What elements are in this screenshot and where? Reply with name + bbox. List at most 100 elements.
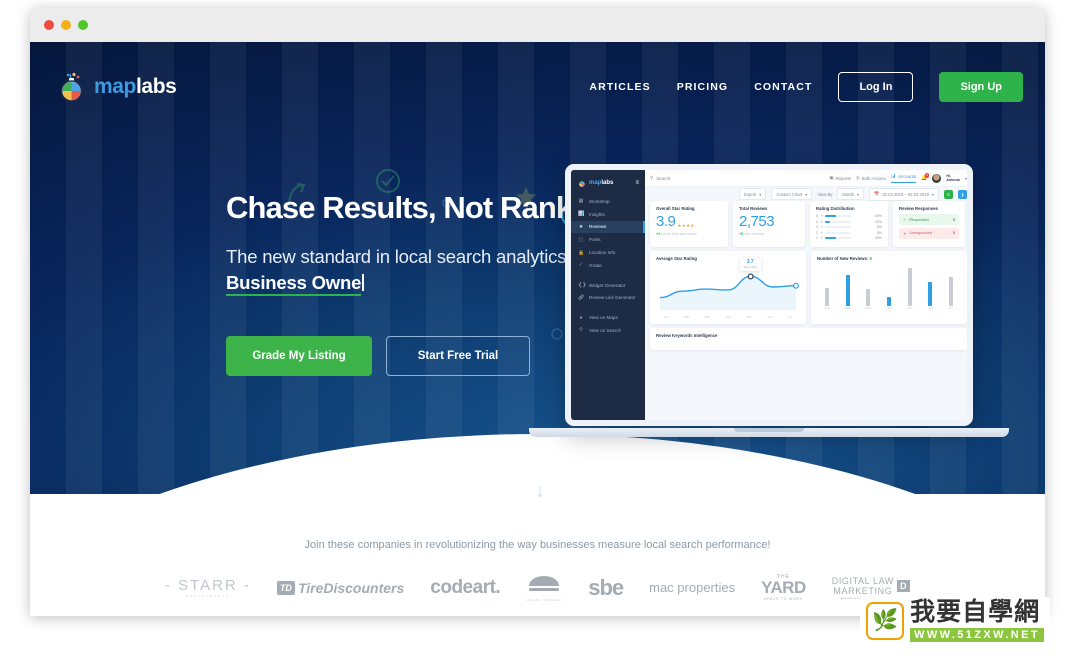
sidebar-item-view-on-search[interactable]: ⚲ View on Search [571,324,645,337]
dlm-line2: MARKETING [833,585,893,596]
brand-logo[interactable]: maplabs [58,72,177,102]
star-icon: ★ [820,225,824,230]
login-button[interactable]: Log In [838,72,914,102]
topbar-accounts[interactable]: 📊 Accounts [890,173,917,183]
brand-map: map [94,75,136,98]
delta-text: points from last month [661,232,697,236]
chevron-down-icon: ▾ [931,191,934,197]
share-icon[interactable]: ❯ [958,189,967,199]
chart-new-reviews: Number of New Reviews: 5 JAN FEB MAR APR MAY… [811,250,967,324]
sidebar-item-workshop[interactable]: ▦ Workshop [571,195,645,208]
row-star-number: 2 [816,230,818,235]
codeart-text: codeart. [430,576,501,598]
topbar-bulk-actions[interactable]: ◎ Bulk Actions [856,175,886,181]
axis-tick: MAY [746,315,752,319]
reports-icon: ▣ [829,175,834,180]
bar [866,288,871,306]
period-dropdown[interactable]: Month ▾ [837,188,865,200]
brand-text: maplabs [94,75,177,99]
watermark: 🌿 我要自學網 WWW.51ZXW.NET [860,597,1050,645]
bulk-icon: ◎ [855,175,860,180]
client-logo-mac-properties: mac properties [649,580,735,595]
client-logo-codeart: codeart. [430,577,500,599]
rating-distribution-rows: 5 ★ 40% 4 ★ 20% 3 ★ 0% 2 ★ 0% 1 ★ 40% [816,214,882,240]
topbar-reports[interactable]: ▣ Reports [829,175,851,181]
the-yard-sub: SPACE TO WORK [764,596,803,601]
custom-chart-dropdown[interactable]: Custom Chart ▾ [771,188,813,200]
star-icon: ★ [820,219,824,224]
export-label: Export [744,191,757,197]
dashboard-search[interactable]: ⚲ Search [650,175,824,181]
axis-tick: JAN [663,315,669,319]
responded-row: ✓ Responded 0 [899,214,959,225]
chart-average-star-rating: Average Star Rating JAN FEB MAR APR MAY JUN JU… [650,250,806,324]
axis-tick: MAY [907,306,913,310]
minimize-window-button[interactable] [61,20,71,30]
start-free-trial-button[interactable]: Start Free Trial [386,336,530,377]
row-star-number: 4 [816,219,818,224]
dashboard-flask-icon [579,181,585,187]
distribution-bar [825,226,852,229]
signup-button[interactable]: Sign Up [939,72,1023,102]
dashboard-filterbar: Export ▾ Custom Chart ▾ View By Month ▾ [645,187,967,201]
user-greeting[interactable]: Hi, Antonio [946,174,960,182]
rating-distribution-row: 2 ★ 0% [816,231,882,235]
arrow-down-icon[interactable]: ↓ [535,480,545,503]
row-percent: 20% [874,219,882,224]
export-dropdown[interactable]: Export ▾ [739,188,767,200]
distribution-bar [825,237,852,240]
axis-tick: FEB [844,306,851,310]
td-badge: TD [276,580,295,595]
bar [907,267,912,306]
collapse-menu-icon[interactable]: ≡ [635,180,639,186]
delta-value: +2 [656,232,661,236]
card-rating-distribution: Rating Distribution 5 ★ 40% 4 ★ 20% 3 ★ 0% 2 ★ 0% 1 ★… [810,201,888,247]
line-chart-ticks: JAN FEB MAR APR MAY JUN JUL [656,316,800,319]
star-icon: ★ [820,230,824,235]
bell-icon[interactable]: 🔔 3 [921,173,930,181]
sidebar-label: Grade [589,262,602,268]
card-total-reviews: Total Reviews 2,753 +5 new reviews [733,201,805,247]
grade-my-listing-button[interactable]: Grade My Listing [226,336,372,377]
nav-contact[interactable]: CONTACT [754,81,812,93]
row-percent: 0% [876,230,882,235]
axis-tick: JUN [767,315,773,319]
axis-tick: JUN [928,306,934,310]
plant-logo-icon: 🌿 [866,602,905,640]
sidebar-item-widget-generator[interactable]: ❮❯ Widget Generator [571,279,645,292]
sidebar-item-view-on-maps[interactable]: ● View on Maps [571,311,645,324]
chevron-down-icon[interactable]: ▾ [965,176,967,181]
delta-value: +5 [739,232,744,236]
sidebar-label: Posts [589,237,601,243]
dashboard-logo-map: map [589,180,602,186]
sidebar-item-reviews[interactable]: ★ Reviews [571,220,645,234]
dashboard-logo: maplabs ≡ [571,175,645,195]
bar [845,274,850,306]
avatar[interactable] [932,173,942,183]
maximize-window-button[interactable] [78,20,88,30]
tooltip-date: May 2019 [743,265,757,270]
close-window-button[interactable] [44,20,54,30]
sidebar-label: Workshop [589,198,610,204]
sidebar-item-posts[interactable]: ▢ Posts [571,233,645,246]
check-circle-icon: ✓ [903,218,907,222]
nav-articles[interactable]: ARTICLES [589,81,650,93]
sidebar-item-insights[interactable]: 📊 Insights [571,208,645,221]
card-title: Total Reviews [739,206,768,211]
sidebar-item-review-link-generator[interactable]: 🔗 Review Link Generator [571,291,645,304]
sidebar-item-location-info[interactable]: 🔒 Location Info [571,246,645,259]
refresh-icon[interactable]: ↻ [944,189,953,199]
dashboard-main: ⚲ Search ▣ Reports ◎ Bulk Actions 📊 Acco… [645,170,967,420]
row-star-number: 1 [816,236,818,241]
the-yard-text: YARD [761,578,806,598]
dashboard-stat-cards: Overall Star Rating 3.9 ★★★★ +2 points f… [645,201,967,247]
nav-links: ARTICLES PRICING CONTACT Log In Sign Up [589,72,1023,102]
overall-rating-value: 3.9 [656,213,676,230]
client-logo-digital-law-marketing: DIGITAL LAW MARKETING D Exclusive Law Fi… [832,576,911,600]
maplabs-flask-icon [60,72,83,102]
sidebar-item-grade[interactable]: ✓ Grade [571,259,645,272]
date-range-picker[interactable]: 📅 02.03.2019 – 05.03.2019 ▾ [869,187,939,201]
custom-chart-label: Custom Chart [776,191,803,197]
accounts-icon: 📊 [890,173,897,178]
nav-pricing[interactable]: PRICING [677,81,728,93]
